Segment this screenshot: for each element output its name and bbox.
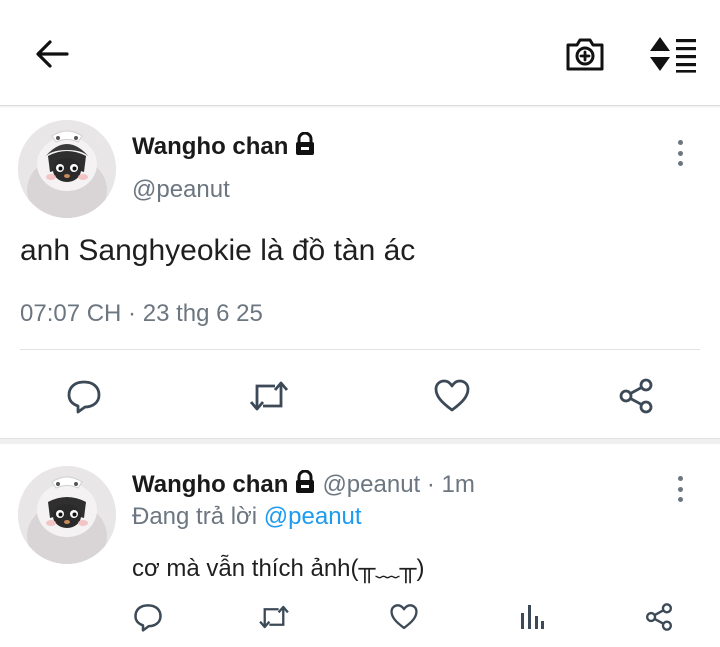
user-handle[interactable]: @peanut bbox=[132, 176, 230, 204]
share-icon bbox=[619, 378, 653, 414]
reply-button[interactable] bbox=[62, 374, 106, 418]
tweet-timestamp[interactable]: 07:07 CH · 23 thg 6 25 bbox=[20, 300, 263, 328]
retweet-button[interactable] bbox=[245, 374, 293, 418]
camera-plus-icon bbox=[566, 38, 604, 71]
section-separator bbox=[0, 438, 720, 444]
retweet-icon bbox=[259, 605, 289, 629]
sort-list-icon bbox=[650, 37, 696, 73]
tweet-text: anh Sanghyeokie là đồ tàn ác bbox=[20, 234, 416, 267]
reply-reply-button[interactable] bbox=[130, 598, 166, 636]
reply-more-options-button[interactable] bbox=[670, 472, 690, 506]
like-button[interactable] bbox=[430, 374, 474, 418]
replying-prefix: Đang trả lời bbox=[132, 503, 258, 530]
reply-retweet-button[interactable] bbox=[254, 598, 294, 636]
share-icon bbox=[645, 603, 673, 631]
reply-icon bbox=[67, 380, 101, 414]
reply-header[interactable]: Wangho chan @peanut · 1m bbox=[132, 470, 475, 499]
reply-handle-time: @peanut · 1m bbox=[322, 471, 475, 498]
like-icon bbox=[390, 604, 418, 630]
like-icon bbox=[434, 379, 470, 412]
lock-icon bbox=[296, 470, 315, 493]
replying-to: Đang trả lời @peanut bbox=[132, 503, 362, 531]
user-name[interactable]: Wangho chan bbox=[132, 132, 316, 161]
penguin-avatar bbox=[18, 120, 116, 218]
share-button[interactable] bbox=[614, 374, 658, 418]
penguin-avatar bbox=[18, 466, 116, 564]
sort-button[interactable] bbox=[645, 30, 701, 78]
reply-text: cơ mà vẫn thích ảnh(╥﹏╥) bbox=[132, 555, 425, 582]
reply-avatar[interactable] bbox=[18, 466, 116, 564]
reply-icon bbox=[134, 604, 162, 632]
arrow-left-icon bbox=[36, 40, 69, 68]
divider bbox=[20, 349, 700, 350]
more-options-button[interactable] bbox=[670, 136, 690, 170]
replying-mention-link[interactable]: @peanut bbox=[264, 503, 362, 530]
reply-like-button[interactable] bbox=[386, 598, 422, 636]
back-button[interactable] bbox=[28, 32, 76, 76]
lock-icon bbox=[296, 132, 315, 155]
camera-button[interactable] bbox=[560, 30, 610, 78]
analytics-button[interactable] bbox=[514, 598, 550, 636]
reply-user-name: Wangho chan bbox=[132, 471, 289, 498]
top-app-bar bbox=[0, 0, 720, 106]
avatar[interactable] bbox=[18, 120, 116, 218]
reply-share-button[interactable] bbox=[640, 598, 678, 636]
analytics-icon bbox=[521, 605, 544, 629]
retweet-icon bbox=[249, 381, 289, 411]
user-name-text: Wangho chan bbox=[132, 133, 289, 160]
